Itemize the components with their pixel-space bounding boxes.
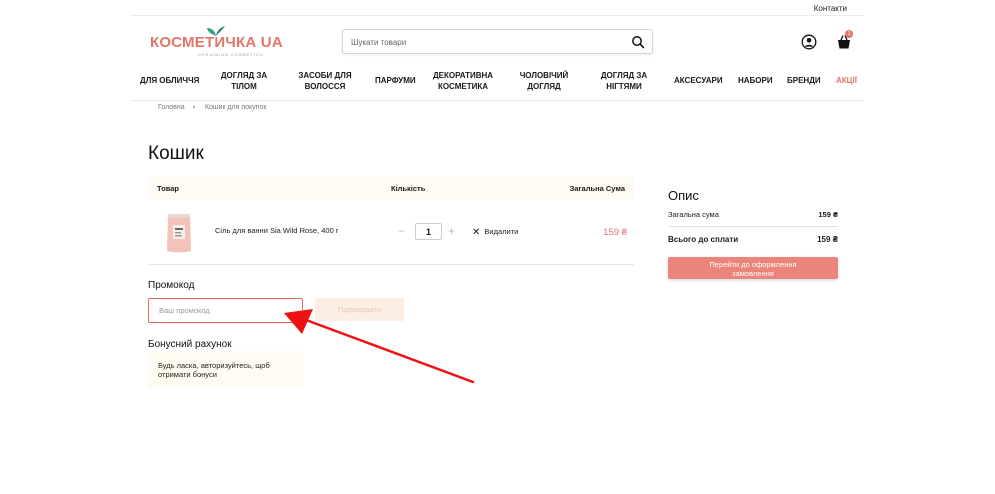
item-price: 159 ₴ xyxy=(603,227,627,238)
page-title: Кошик xyxy=(148,143,204,164)
product-thumbnail[interactable] xyxy=(165,209,193,255)
total-label: Всього до сплати xyxy=(668,235,739,244)
breadcrumb-separator: › xyxy=(192,104,195,111)
nav-item-perfume[interactable]: Парфуми xyxy=(375,76,416,87)
search-icon[interactable] xyxy=(631,35,645,49)
breadcrumb-home[interactable]: Головна xyxy=(158,104,185,111)
top-bar: Контакти xyxy=(130,0,864,16)
contacts-link[interactable]: Контакти xyxy=(814,4,847,13)
nav-item-men[interactable]: Чоловічий догляд xyxy=(515,71,573,92)
promo-title: Промокод xyxy=(148,280,195,291)
site-logo[interactable]: КОСМЕТИЧКА UA UKRAINIAN COSMETICS xyxy=(150,24,285,58)
promo-apply-button[interactable]: Підтвердити xyxy=(315,298,404,321)
search-bar xyxy=(342,29,653,54)
qty-decrease-button[interactable]: − xyxy=(398,225,405,237)
cart-item-row: Сіль для ванни Sia Wild Rose, 400 г − + … xyxy=(148,199,634,265)
nav-item-body-care[interactable]: Догляд за тілом xyxy=(215,71,273,92)
summary-title: Опис xyxy=(668,188,699,203)
breadcrumb: Головна › Кошик для покупок xyxy=(158,104,266,111)
nav-item-decorative[interactable]: Декоративна косметика xyxy=(430,71,496,92)
nav-item-brands[interactable]: Бренди xyxy=(787,76,821,87)
summary-divider xyxy=(668,226,838,227)
cart-count-badge: 1 xyxy=(845,30,853,38)
nav-item-sale[interactable]: Акції xyxy=(836,76,857,87)
nav-item-hair[interactable]: Засоби для волосся xyxy=(294,71,356,92)
nav-item-accessories[interactable]: Аксесуари xyxy=(674,76,723,87)
subtotal-value: 159 ₴ xyxy=(818,210,838,219)
account-icon[interactable] xyxy=(801,34,817,50)
cart-table-header: Товар Кількість Загальна Сума xyxy=(148,177,634,199)
bonus-title: Бонусний рахунок xyxy=(148,339,232,350)
subtotal-label: Загальна сума xyxy=(668,210,719,219)
breadcrumb-current: Кошик для покупок xyxy=(204,104,267,111)
checkout-button[interactable]: Перейти до оформлення замовлення xyxy=(668,257,838,279)
header-product: Товар xyxy=(157,184,179,193)
logo-brand-text: КОСМЕТИЧКА UA xyxy=(150,34,283,51)
nav-item-nails[interactable]: Догляд за нігтями xyxy=(597,71,651,92)
nav-item-sets[interactable]: Набори xyxy=(738,76,773,87)
header-total: Загальна Сума xyxy=(569,184,625,193)
qty-increase-button[interactable]: + xyxy=(448,225,455,237)
nav-item-face[interactable]: Для обличчя xyxy=(140,76,199,87)
main-nav: Для обличчя Догляд за тілом Засоби для вол… xyxy=(130,64,864,101)
logo-tagline: UKRAINIAN COSMETICS xyxy=(198,52,264,57)
remove-label: Видалити xyxy=(484,227,519,236)
close-icon: ✕ xyxy=(472,227,481,238)
header-quantity: Кількість xyxy=(391,184,426,193)
bonus-message: Будь ласка, авторизуйтесь, щоб отримати б… xyxy=(148,351,303,388)
total-value: 159 ₴ xyxy=(817,235,838,244)
product-name[interactable]: Сіль для ванни Sia Wild Rose, 400 г xyxy=(215,226,339,235)
remove-item-button[interactable]: ✕ Видалити xyxy=(472,227,518,238)
search-input[interactable] xyxy=(351,35,621,49)
promo-code-input[interactable] xyxy=(148,298,303,323)
quantity-input[interactable] xyxy=(415,223,442,240)
